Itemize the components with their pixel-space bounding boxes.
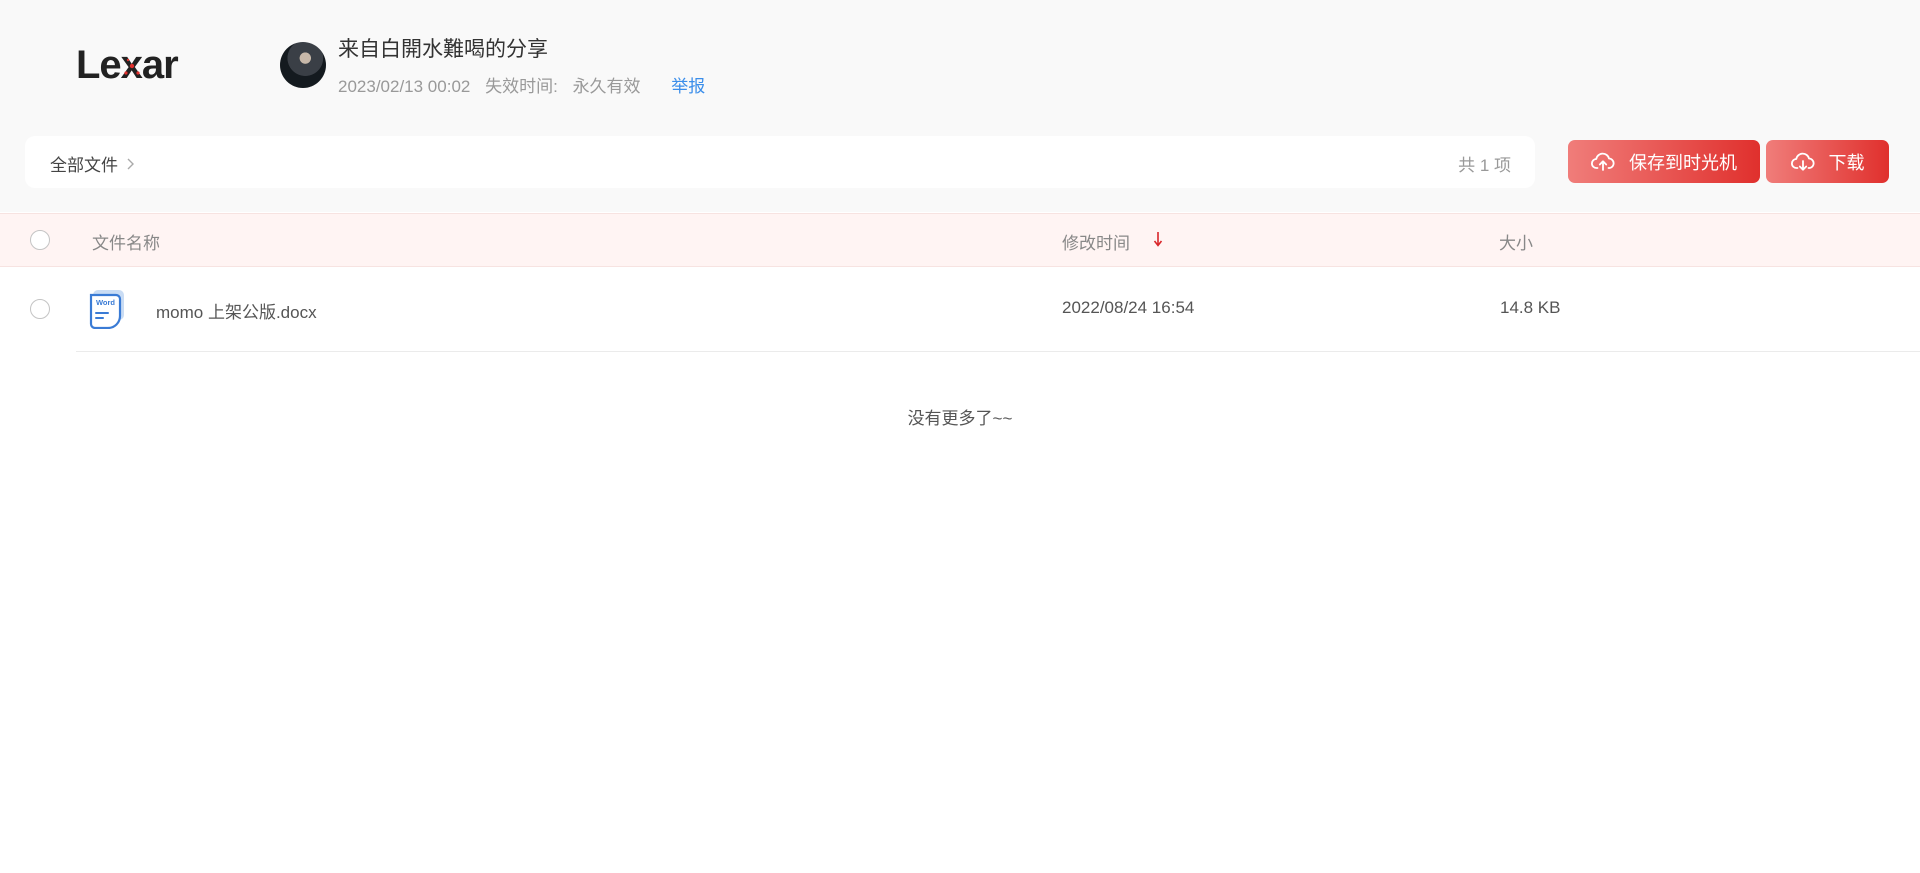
cloud-download-icon bbox=[1790, 152, 1815, 171]
share-header: Lexar 来自白開水難喝的分享 2023/02/13 00:02 失效时间: … bbox=[0, 0, 1920, 212]
save-button-label: 保存到时光机 bbox=[1629, 152, 1737, 173]
save-to-timemachine-button[interactable]: 保存到时光机 bbox=[1568, 140, 1760, 183]
cloud-upload-icon bbox=[1591, 152, 1615, 171]
word-document-icon[interactable]: Word bbox=[87, 289, 125, 329]
report-link[interactable]: 举报 bbox=[671, 77, 705, 96]
avatar[interactable] bbox=[280, 42, 326, 88]
table-row[interactable]: Word momo 上架公版.docx 2022/08/24 16:54 14.… bbox=[0, 266, 1920, 352]
share-title: 来自白開水難喝的分享 bbox=[338, 38, 548, 61]
no-more-text: 没有更多了~~ bbox=[907, 409, 1013, 428]
file-size: 14.8 KB bbox=[1500, 298, 1561, 317]
row-checkbox[interactable] bbox=[30, 299, 50, 319]
column-header-modified-label[interactable]: 修改时间 bbox=[1062, 234, 1130, 253]
word-icon-label: Word bbox=[96, 298, 115, 307]
file-modified-time: 2022/08/24 16:54 bbox=[1062, 298, 1195, 317]
lexar-logo: Lexar bbox=[76, 43, 179, 87]
file-name[interactable]: momo 上架公版.docx bbox=[156, 298, 317, 323]
download-button[interactable]: 下载 bbox=[1766, 140, 1889, 183]
breadcrumb-root[interactable]: 全部文件 bbox=[50, 156, 118, 175]
select-all-checkbox[interactable] bbox=[30, 230, 50, 250]
breadcrumb[interactable]: 全部文件 bbox=[50, 151, 135, 176]
breadcrumb-bar: 全部文件 共 1 项 bbox=[25, 136, 1535, 188]
arrow-down-icon[interactable] bbox=[1153, 230, 1163, 248]
column-header-name[interactable]: 文件名称 bbox=[92, 229, 160, 254]
row-divider bbox=[76, 351, 1920, 352]
total-count: 共 1 项 bbox=[1458, 156, 1511, 175]
expire-label: 失效时间: bbox=[485, 77, 558, 96]
chevron-right-icon bbox=[126, 156, 135, 176]
logo-text: Lexar bbox=[76, 43, 178, 87]
column-header-size[interactable]: 大小 bbox=[1499, 229, 1533, 254]
table-header: 文件名称 修改时间 大小 bbox=[0, 213, 1920, 267]
column-header-modified[interactable]: 修改时间 bbox=[1062, 229, 1163, 254]
download-button-label: 下载 bbox=[1828, 152, 1865, 173]
share-meta: 2023/02/13 00:02 失效时间: 永久有效 举报 bbox=[338, 72, 715, 97]
expire-value: 永久有效 bbox=[572, 77, 641, 96]
share-date: 2023/02/13 00:02 bbox=[338, 77, 471, 96]
